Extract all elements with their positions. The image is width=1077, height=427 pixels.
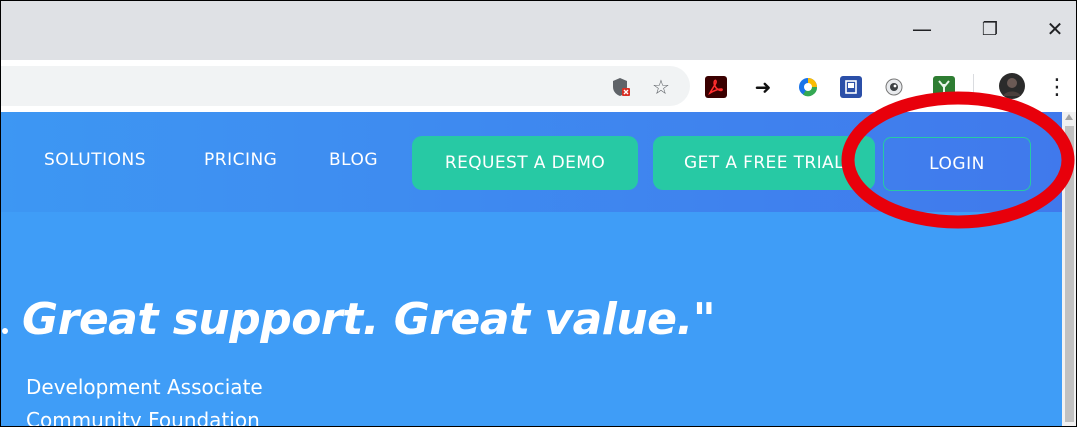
annotation-circle bbox=[841, 91, 1075, 229]
close-button[interactable]: ✕ bbox=[1040, 14, 1070, 44]
testimonial-quote: Great support. Great value." bbox=[22, 294, 716, 345]
quote-leading-mark bbox=[2, 328, 8, 334]
restore-button[interactable]: ❐ bbox=[975, 14, 1005, 44]
request-demo-button[interactable]: REQUEST A DEMO bbox=[412, 136, 638, 190]
testimonial-author-title: Development Associate bbox=[26, 375, 263, 399]
bookmark-star-icon[interactable]: ☆ bbox=[650, 75, 672, 99]
browser-window: — ❐ ✕ ☆ ➜ ⋮ SOLUTIONS PRICING BLOG REQUE… bbox=[0, 0, 1077, 427]
shield-blocked-icon[interactable] bbox=[610, 76, 632, 98]
title-bar: — ❐ ✕ bbox=[0, 0, 1077, 60]
address-bar[interactable] bbox=[0, 66, 690, 106]
nav-link-blog[interactable]: BLOG bbox=[329, 150, 378, 170]
nav-link-pricing[interactable]: PRICING bbox=[204, 150, 277, 170]
nav-link-solutions[interactable]: SOLUTIONS bbox=[44, 150, 146, 170]
chrome-extension-icon[interactable] bbox=[797, 76, 819, 98]
testimonial-author-org: Community Foundation bbox=[26, 408, 260, 427]
share-arrow-icon[interactable]: ➜ bbox=[752, 75, 774, 99]
acrobat-icon[interactable] bbox=[705, 76, 727, 98]
minimize-button[interactable]: — bbox=[907, 14, 937, 44]
